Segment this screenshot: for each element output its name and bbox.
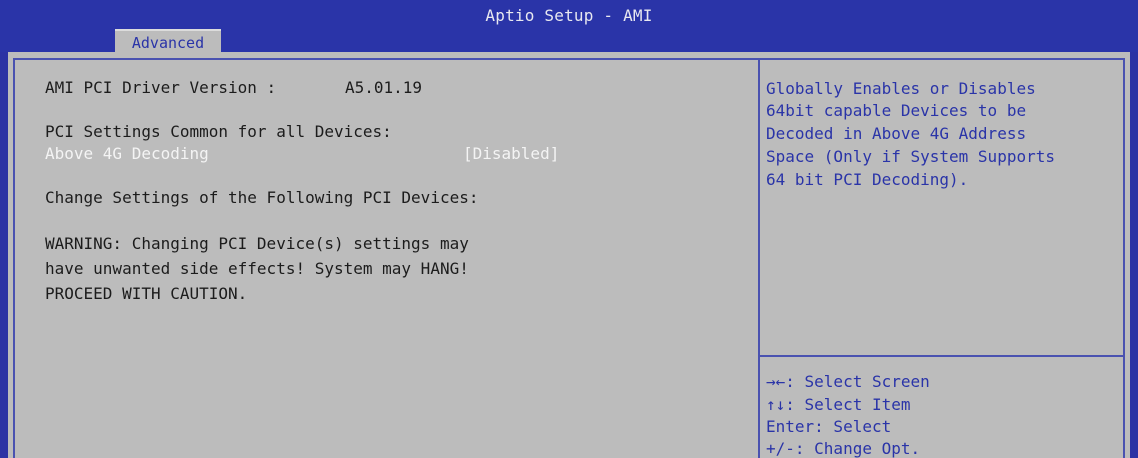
driver-version-value: A5.01.19 (345, 78, 423, 97)
tab-advanced[interactable]: Advanced (115, 29, 221, 52)
panel-divider (758, 58, 760, 458)
help-divider (760, 355, 1125, 357)
key-hint-enter-select: Enter: Select (766, 417, 892, 436)
driver-version-label: AMI PCI Driver Version : (45, 78, 277, 97)
above-4g-decoding-option[interactable]: Above 4G Decoding [Disabled] (45, 144, 585, 164)
help-description-line: Space (Only if System Supports (766, 147, 1055, 166)
header-bar: Aptio Setup - AMI Advanced (0, 0, 1138, 52)
pci-common-heading: PCI Settings Common for all Devices: (45, 122, 392, 141)
above-4g-decoding-label: Above 4G Decoding (45, 144, 209, 163)
key-hint-select-screen: →←: Select Screen (766, 372, 930, 391)
help-description-line: 64 bit PCI Decoding). (766, 170, 969, 189)
help-description-line: Decoded in Above 4G Address (766, 124, 1027, 143)
help-description-line: 64bit capable Devices to be (766, 101, 1027, 120)
change-settings-heading: Change Settings of the Following PCI Dev… (45, 188, 479, 207)
key-hint-change-option: +/-: Change Opt. (766, 439, 921, 458)
key-hint-select-item: ↑↓: Select Item (766, 395, 911, 414)
bios-setup-screen: Aptio Setup - AMI Advanced AMI PCI Drive… (0, 0, 1138, 458)
warning-line: have unwanted side effects! System may H… (45, 259, 469, 278)
above-4g-decoding-value[interactable]: [Disabled] (463, 144, 559, 164)
help-description-line: Globally Enables or Disables (766, 79, 1036, 98)
warning-line: PROCEED WITH CAUTION. (45, 284, 248, 303)
window-title: Aptio Setup - AMI (485, 6, 653, 25)
warning-line: WARNING: Changing PCI Device(s) settings… (45, 234, 469, 253)
